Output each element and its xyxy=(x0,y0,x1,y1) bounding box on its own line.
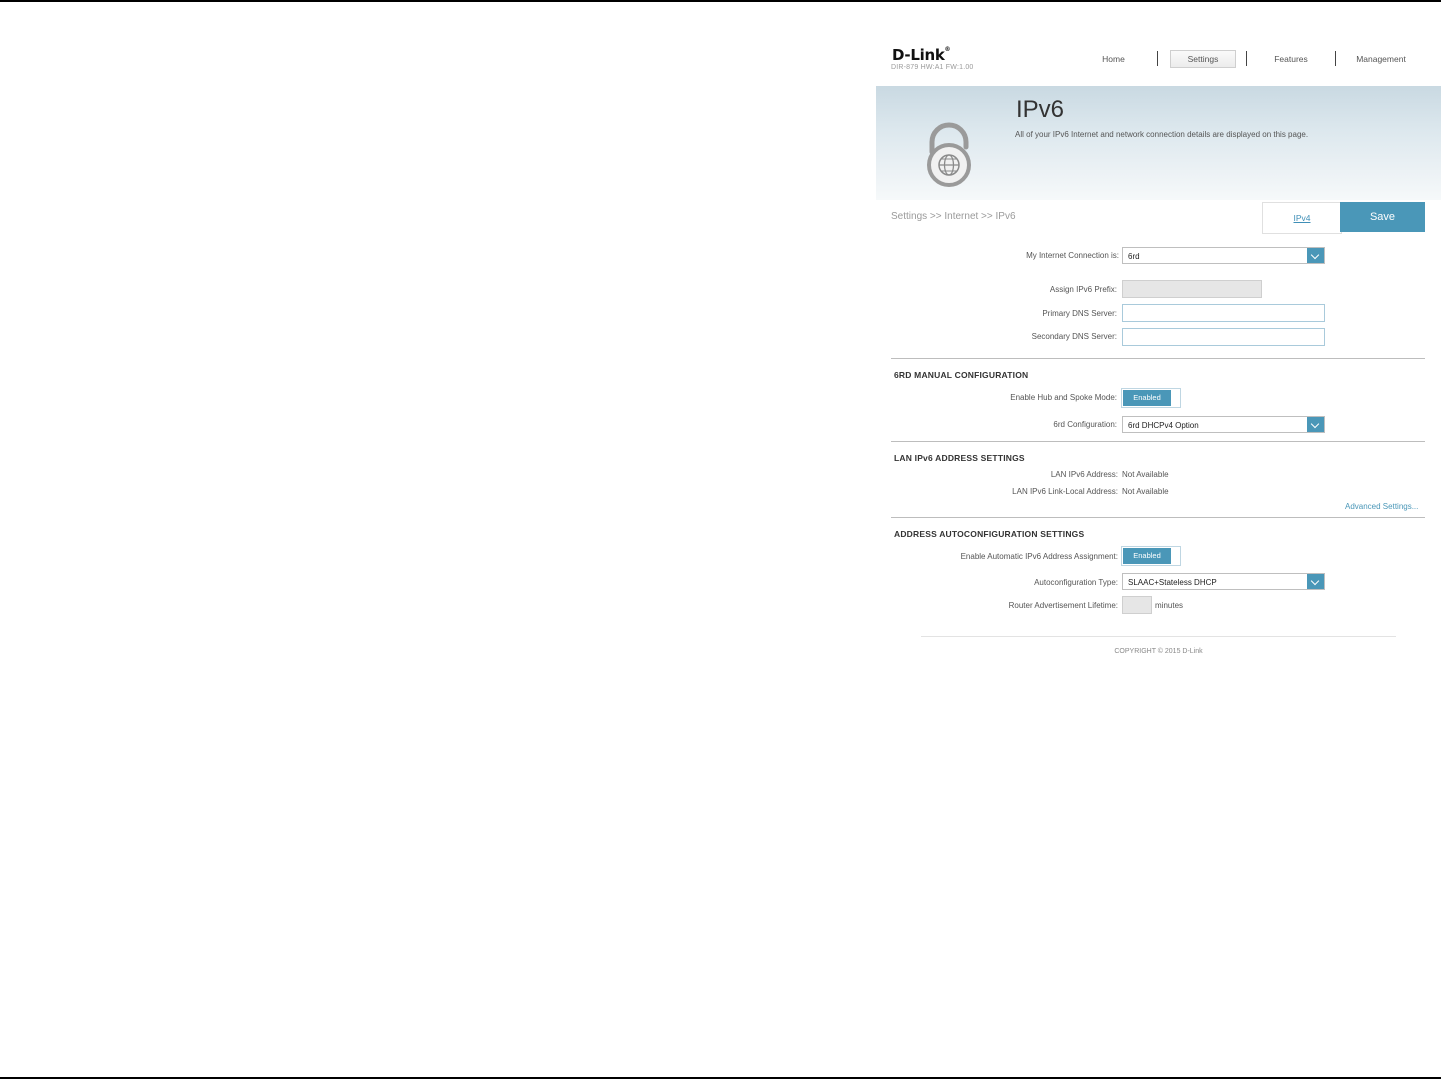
autoconfig-type-value: SLAAC+Stateless DHCP xyxy=(1128,578,1217,587)
my-connection-label: My Internet Connection is: xyxy=(1026,251,1119,260)
page-description: All of your IPv6 Internet and network co… xyxy=(1015,130,1309,139)
lan-link-local-value: Not Available xyxy=(1122,487,1169,496)
hub-spoke-label: Enable Hub and Spoke Mode: xyxy=(1010,393,1117,402)
chevron-down-icon xyxy=(1307,574,1324,589)
connection-type-value: 6rd xyxy=(1128,252,1140,261)
chevron-down-icon xyxy=(1307,417,1324,432)
autoconfig-type-select[interactable]: SLAAC+Stateless DHCP xyxy=(1122,573,1325,590)
nav-separator xyxy=(1335,51,1336,66)
ra-lifetime-input[interactable] xyxy=(1122,596,1152,614)
secondary-dns-input[interactable] xyxy=(1122,328,1325,346)
lan-address-value: Not Available xyxy=(1122,470,1169,479)
section-divider xyxy=(891,358,1425,359)
page-top-rule xyxy=(0,0,1441,2)
nav-separator xyxy=(1157,51,1158,66)
ra-lifetime-unit: minutes xyxy=(1155,601,1184,610)
primary-dns-label: Primary DNS Server: xyxy=(1042,309,1117,318)
auto-assign-label: Enable Automatic IPv6 Address Assignment… xyxy=(960,552,1118,561)
page-bottom-rule xyxy=(0,1077,1441,1079)
6rd-config-label: 6rd Configuration: xyxy=(1053,420,1117,429)
ipv6-lock-globe-icon xyxy=(922,122,976,193)
nav-management[interactable]: Management xyxy=(1350,50,1412,68)
copyright: COPYRIGHT © 2015 D-Link xyxy=(1114,648,1203,655)
assign-prefix-label: Assign IPv6 Prefix: xyxy=(1049,285,1117,294)
router-settings-panel: D-Link® DIR-879 HW:A1 FW:1.00 Home Setti… xyxy=(876,38,1441,668)
nav-settings[interactable]: Settings xyxy=(1170,50,1236,68)
section-divider xyxy=(891,517,1425,518)
section-title-6rd: 6RD MANUAL CONFIGURATION xyxy=(894,370,1029,380)
section-title-lan: LAN IPv6 ADDRESS SETTINGS xyxy=(894,453,1025,463)
6rd-config-value: 6rd DHCPv4 Option xyxy=(1128,421,1199,430)
ra-lifetime-label: Router Advertisement Lifetime: xyxy=(1008,601,1118,610)
chevron-down-icon xyxy=(1307,248,1324,263)
section-divider xyxy=(891,441,1425,442)
connection-type-select[interactable]: 6rd xyxy=(1122,247,1325,264)
auto-assign-toggle[interactable]: Enabled xyxy=(1121,546,1181,566)
assign-prefix-field xyxy=(1122,280,1262,298)
hub-spoke-toggle[interactable]: Enabled xyxy=(1121,388,1181,408)
secondary-dns-label: Secondary DNS Server: xyxy=(1031,332,1117,341)
save-button[interactable]: Save xyxy=(1340,202,1425,232)
hub-spoke-state: Enabled xyxy=(1123,390,1171,406)
lan-link-local-label: LAN IPv6 Link-Local Address: xyxy=(1012,487,1118,496)
lan-address-label: LAN IPv6 Address: xyxy=(1050,470,1118,479)
6rd-config-select[interactable]: 6rd DHCPv4 Option xyxy=(1122,416,1325,433)
page-title: IPv6 xyxy=(1016,96,1065,123)
auto-assign-state: Enabled xyxy=(1123,548,1171,564)
breadcrumb: Settings >> Internet >> IPv6 xyxy=(891,211,1016,222)
nav-separator xyxy=(1246,51,1247,66)
footer-divider xyxy=(921,636,1396,637)
main-nav: Home Settings Features Management xyxy=(876,50,1441,70)
autoconfig-type-label: Autoconfiguration Type: xyxy=(1034,578,1118,587)
section-title-autoconfig: ADDRESS AUTOCONFIGURATION SETTINGS xyxy=(894,529,1085,539)
nav-features[interactable]: Features xyxy=(1266,50,1316,68)
advanced-settings-link[interactable]: Advanced Settings... xyxy=(1345,502,1418,511)
nav-home[interactable]: Home xyxy=(1091,50,1136,68)
primary-dns-input[interactable] xyxy=(1122,304,1325,322)
page-banner: IPv6 All of your IPv6 Internet and netwo… xyxy=(876,86,1441,200)
ipv4-link-button[interactable]: IPv4 xyxy=(1262,202,1342,234)
